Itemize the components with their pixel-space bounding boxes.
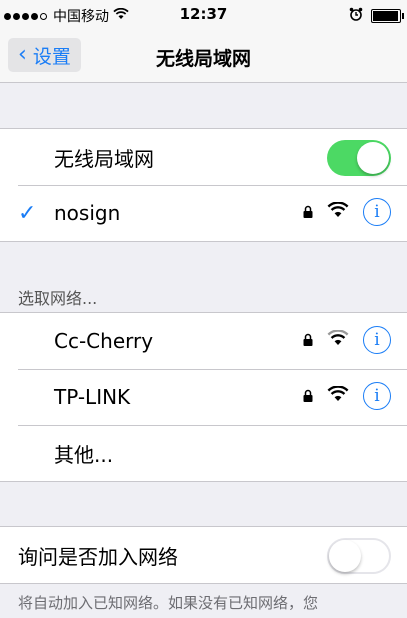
ask-join-section: 询问是否加入网络 xyxy=(0,526,407,584)
network-icons: i xyxy=(303,382,391,410)
connected-network-row[interactable]: ✓ nosign i xyxy=(0,185,407,241)
info-icon[interactable]: i xyxy=(363,198,391,226)
status-time: 12:37 xyxy=(179,5,228,23)
ask-join-label: 询问是否加入网络 xyxy=(18,544,178,569)
network-name: Cc-Cherry xyxy=(54,329,154,353)
status-bar: 中国移动 12:37 xyxy=(0,0,407,30)
status-right xyxy=(349,7,404,25)
wifi-signal-icon xyxy=(327,385,349,406)
checkmark-icon: ✓ xyxy=(18,200,37,226)
wifi-toggle-switch[interactable] xyxy=(327,140,391,176)
other-network-label: 其他... xyxy=(54,442,114,467)
lock-icon xyxy=(303,203,313,222)
alarm-icon xyxy=(349,7,363,25)
ask-join-row: 询问是否加入网络 xyxy=(0,527,407,583)
page-title: 无线局域网 xyxy=(155,48,251,70)
info-icon[interactable]: i xyxy=(363,326,391,354)
connected-network-icons: i xyxy=(303,198,391,226)
wifi-signal-icon xyxy=(327,201,349,222)
choose-network-header: 选取网络... xyxy=(18,289,98,308)
info-icon[interactable]: i xyxy=(363,382,391,410)
network-row[interactable]: Cc-Cherry i xyxy=(0,313,407,369)
connected-network-name: nosign xyxy=(54,201,121,225)
other-network-row[interactable]: 其他... xyxy=(0,425,407,481)
lock-icon xyxy=(303,387,313,406)
networks-section: Cc-Cherry i TP-LINK i 其他... xyxy=(0,312,407,482)
navigation-bar: ‹ 设置 无线局域网 xyxy=(0,30,407,83)
lock-icon xyxy=(303,331,313,350)
wifi-toggle-label: 无线局域网 xyxy=(54,146,154,171)
network-row[interactable]: TP-LINK i xyxy=(0,369,407,425)
footer-description: 将自动加入已知网络。如果没有已知网络，您 xyxy=(18,594,319,612)
battery-icon xyxy=(371,9,404,23)
network-icons: i xyxy=(303,326,391,354)
wifi-toggle-row: 无线局域网 xyxy=(0,129,407,185)
wifi-signal-icon xyxy=(327,329,349,350)
ask-join-toggle-switch[interactable] xyxy=(327,538,391,574)
network-name: TP-LINK xyxy=(54,385,131,409)
wifi-section: 无线局域网 ✓ nosign i xyxy=(0,128,407,242)
